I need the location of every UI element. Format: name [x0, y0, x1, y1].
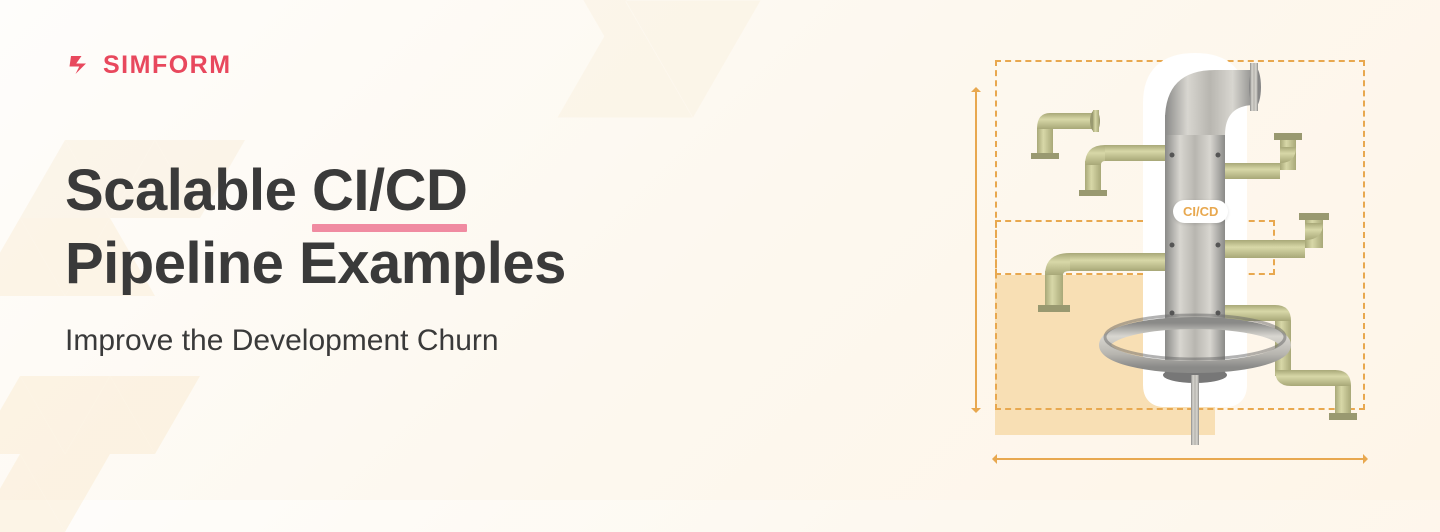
title-prefix: Scalable: [65, 158, 312, 223]
brand-name: SIMFORM: [103, 51, 232, 80]
hero-subtitle: Improve the Development Churn: [65, 324, 566, 358]
brand-logo: SIMFORM: [65, 50, 566, 80]
title-highlight: CI/CD: [312, 155, 467, 228]
pipe-graphic: [965, 45, 1385, 465]
hero-title: Scalable CI/CD Pipeline Examples: [65, 155, 566, 300]
cicd-badge: CI/CD: [1173, 200, 1228, 223]
hero-content: SIMFORM Scalable CI/CD Pipeline Examples…: [65, 50, 566, 358]
simform-logo-icon: [65, 50, 95, 80]
pipeline-illustration: CI/CD: [965, 45, 1385, 465]
title-line-2: Pipeline Examples: [65, 231, 566, 296]
